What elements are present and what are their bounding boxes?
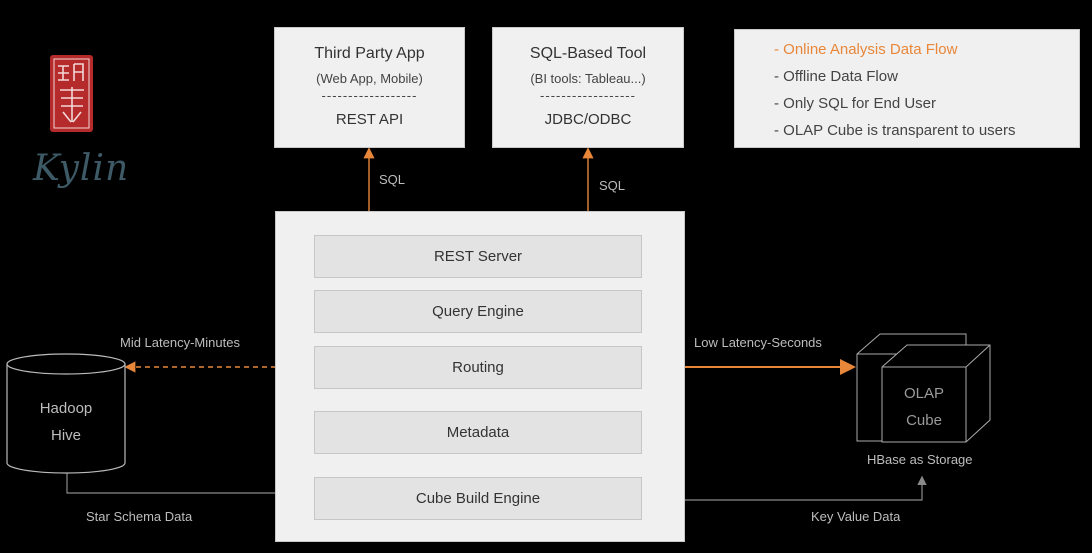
third-party-divider: ------------------ [321, 88, 418, 103]
layer-metadata: Metadata [314, 411, 642, 454]
sql-tool-title: SQL-Based Tool [529, 45, 647, 62]
layer-routing: Routing [314, 346, 642, 389]
sql-label-right: SQL [599, 178, 626, 193]
legend-item-online: - Online Analysis Data Flow [774, 41, 958, 58]
mid-latency-label: Mid Latency-Minutes [120, 335, 240, 350]
key-value-label: Key Value Data [811, 509, 901, 524]
sql-tool-box: SQL-Based Tool (BI tools: Tableau...) --… [492, 27, 684, 148]
hadoop-label: Hadoop Hive [7, 395, 125, 449]
star-schema-arrow [66, 470, 313, 498]
layer-query-engine: Query Engine [314, 290, 642, 333]
cube-line1: OLAP [903, 385, 945, 402]
legend-item-olap: - OLAP Cube is transparent to users [774, 122, 1016, 139]
sql-label-left: SQL [379, 172, 406, 187]
legend-box: - Online Analysis Data Flow - Offline Da… [734, 29, 1080, 148]
sql-tool-subtitle: (BI tools: Tableau...) [530, 71, 646, 86]
sql-tool-divider: ------------------ [540, 88, 636, 103]
hadoop-line1: Hadoop [39, 400, 93, 417]
cube-caption: HBase as Storage [867, 452, 973, 467]
layer-rest-server: REST Server [314, 235, 642, 278]
legend-item-offline: - Offline Data Flow [774, 68, 898, 85]
star-schema-label: Star Schema Data [86, 509, 193, 524]
cube-line2: Cube [906, 412, 942, 429]
kylin-logo-text: Kylin [33, 148, 130, 189]
legend-item-sql: - Only SQL for End User [774, 95, 936, 112]
hadoop-line2: Hive [50, 427, 81, 444]
third-party-title: Third Party App [314, 45, 425, 62]
kylin-seal-logo [50, 55, 93, 132]
kylin-stack: REST Server Query Engine Routing Metadat… [275, 211, 685, 542]
third-party-app-box: Third Party App (Web App, Mobile) ------… [274, 27, 465, 148]
layer-cube-build-engine: Cube Build Engine [314, 477, 642, 520]
third-party-api: REST API [335, 111, 404, 128]
low-latency-label: Low Latency-Seconds [694, 335, 822, 350]
sql-tool-api: JDBC/ODBC [544, 111, 632, 128]
third-party-subtitle: (Web App, Mobile) [316, 71, 423, 86]
cube-label: OLAP Cube [882, 380, 966, 434]
